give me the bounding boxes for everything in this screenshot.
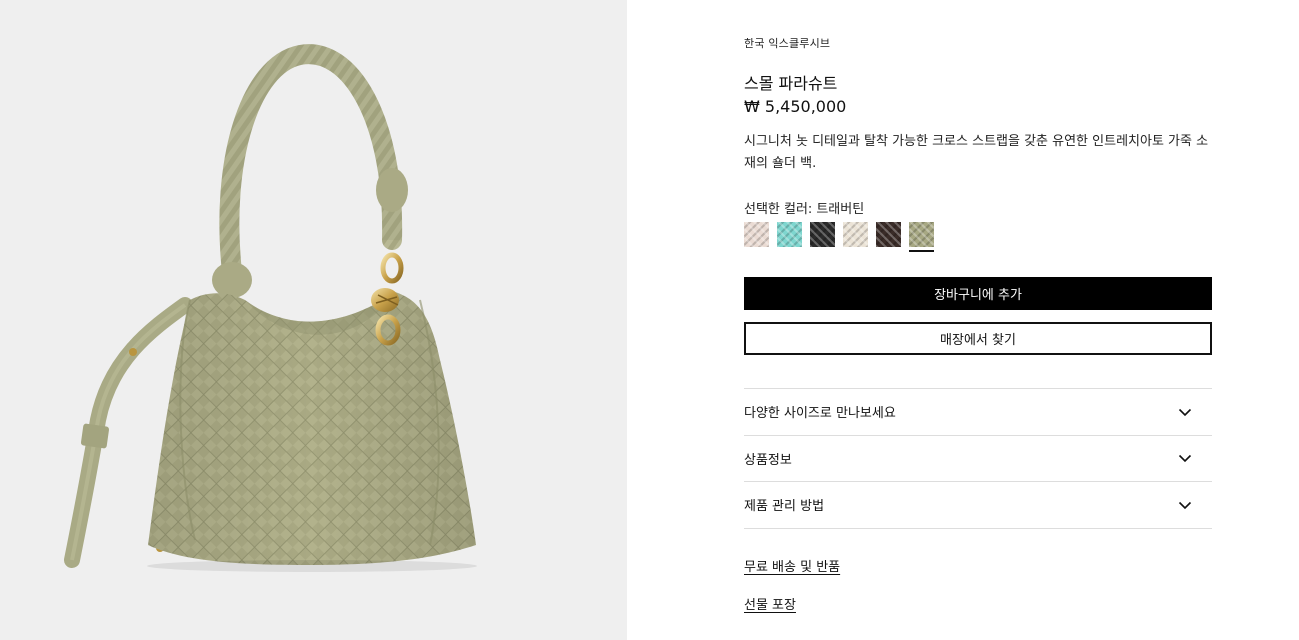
color-swatch[interactable] bbox=[777, 222, 802, 247]
product-image-panel[interactable] bbox=[0, 0, 627, 640]
find-in-store-button[interactable]: 매장에서 찾기 bbox=[744, 322, 1212, 355]
product-name: 스몰 파라슈트 bbox=[744, 74, 838, 93]
chevron-down-icon bbox=[1178, 405, 1192, 419]
selected-color-label: 선택한 컬러: 트래버틴 bbox=[744, 198, 864, 217]
product-price: ₩ 5,450,000 bbox=[744, 97, 847, 116]
add-to-cart-button[interactable]: 장바구니에 추가 bbox=[744, 277, 1212, 310]
color-swatch[interactable] bbox=[810, 222, 835, 247]
chevron-down-icon bbox=[1178, 498, 1192, 512]
selected-color-name: 트래버틴 bbox=[816, 202, 865, 217]
product-page: 한국 익스클루시브 스몰 파라슈트 ₩ 5,450,000 시그니처 놋 디테일… bbox=[0, 0, 1299, 640]
accordion-product-info-label: 상품정보 bbox=[744, 452, 792, 468]
free-shipping-returns-link[interactable]: 무료 배송 및 반품 bbox=[744, 556, 840, 575]
accordion-sizes[interactable]: 다양한 사이즈로 만나보세요 bbox=[744, 389, 1212, 436]
exclusive-label: 한국 익스클루시브 bbox=[744, 37, 831, 50]
product-description: 시그니처 놋 디테일과 탈착 가능한 크로스 스트랩을 갖춘 유연한 인트레치아… bbox=[744, 134, 1209, 171]
accordion-product-info[interactable]: 상품정보 bbox=[744, 436, 1212, 482]
color-swatches bbox=[744, 222, 934, 252]
accordion-care-label: 제품 관리 방법 bbox=[744, 499, 825, 515]
accordion-care[interactable]: 제품 관리 방법 bbox=[744, 482, 1212, 529]
gift-wrapping-link[interactable]: 선물 포장 bbox=[744, 594, 796, 613]
color-label-prefix: 선택한 컬러: bbox=[744, 202, 813, 217]
chevron-down-icon bbox=[1178, 451, 1192, 465]
color-swatch[interactable] bbox=[876, 222, 901, 247]
product-info-panel: 한국 익스클루시브 스몰 파라슈트 ₩ 5,450,000 시그니처 놋 디테일… bbox=[627, 0, 1299, 640]
product-image-handbag[interactable] bbox=[0, 0, 627, 640]
color-swatch[interactable] bbox=[744, 222, 769, 247]
info-accordion: 다양한 사이즈로 만나보세요 상품정보 제품 관리 방법 bbox=[744, 388, 1212, 529]
color-swatch[interactable] bbox=[843, 222, 868, 247]
accordion-sizes-label: 다양한 사이즈로 만나보세요 bbox=[744, 406, 896, 422]
color-swatch-selected[interactable] bbox=[909, 222, 934, 252]
